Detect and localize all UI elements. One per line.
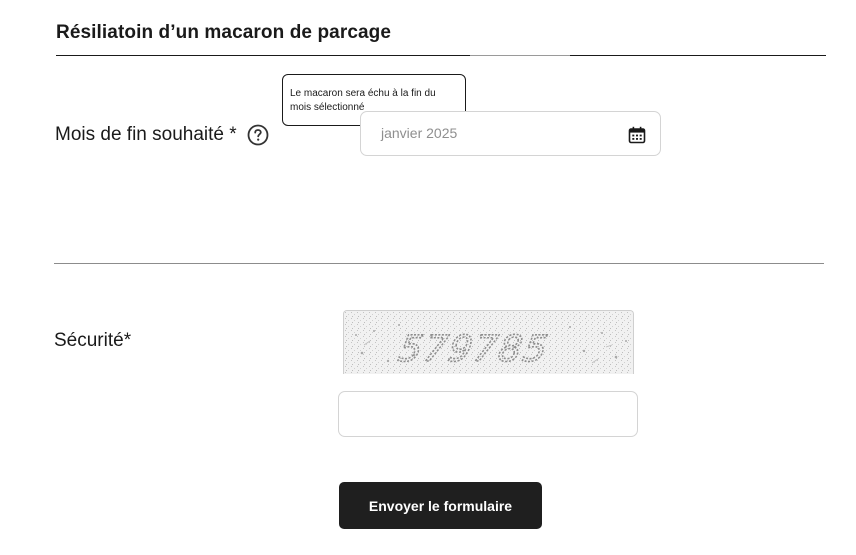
question-circle-icon[interactable] — [247, 124, 269, 146]
security-label: Sécurité* — [54, 330, 132, 351]
end-month-value: janvier 2025 — [381, 125, 458, 141]
captcha-input[interactable] — [338, 391, 638, 437]
page-title: Résiliatoin d’un macaron de parcage — [56, 22, 392, 43]
end-month-field: Mois de fin souhaité * — [55, 124, 269, 146]
end-month-input[interactable]: janvier 2025 — [360, 111, 661, 156]
section-divider — [54, 263, 824, 264]
title-divider — [56, 55, 826, 56]
captcha-text: 579785 — [396, 327, 553, 370]
captcha-image: 579785 — [343, 310, 634, 374]
end-month-label: Mois de fin souhaité * — [55, 124, 237, 145]
submit-button[interactable]: Envoyer le formulaire — [339, 482, 542, 529]
calendar-icon[interactable] — [628, 126, 646, 144]
title-divider-highlight — [470, 55, 570, 56]
